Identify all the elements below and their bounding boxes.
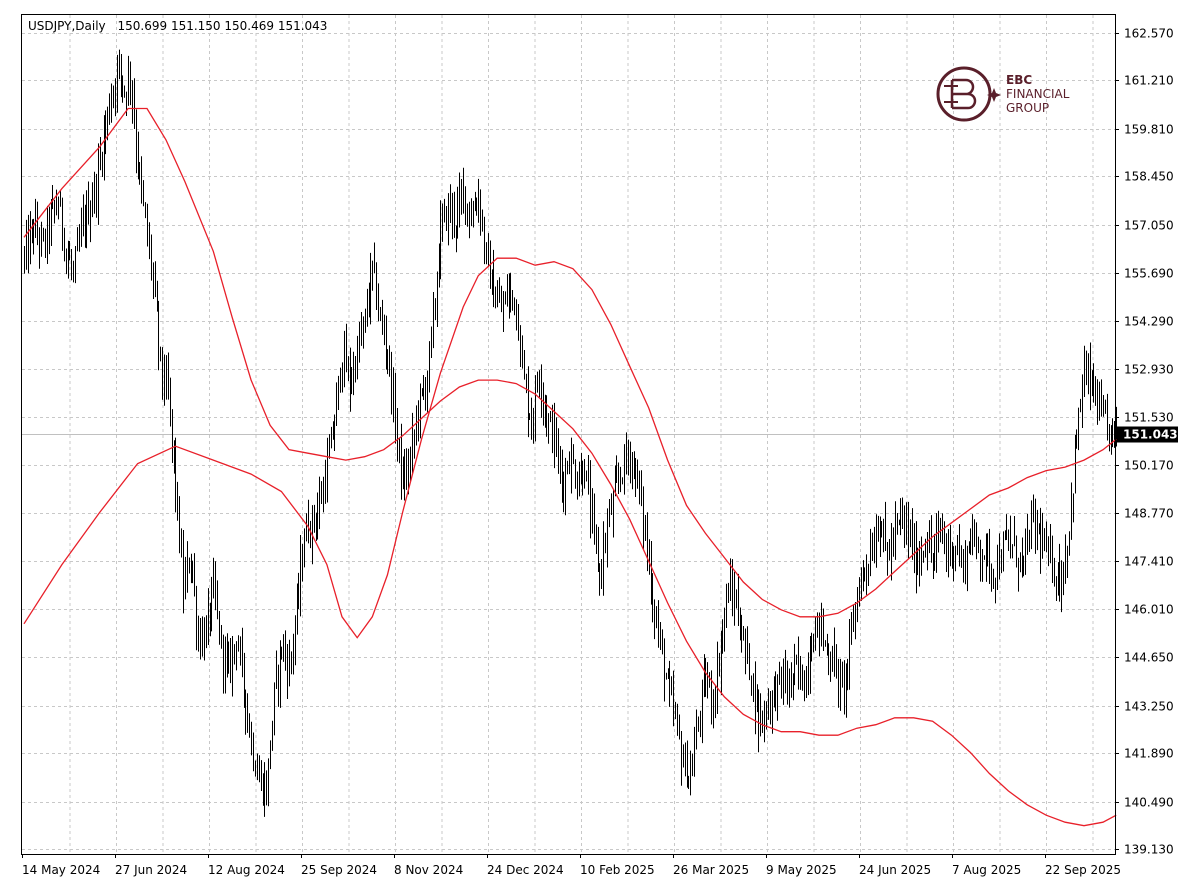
y-tick-label: 148.770 — [1124, 507, 1174, 521]
x-tick-label: 7 Aug 2025 — [952, 863, 1021, 877]
y-tick-label: 158.450 — [1124, 170, 1174, 184]
y-tick-label: 141.890 — [1124, 747, 1174, 761]
x-tick-label: 10 Feb 2025 — [580, 863, 655, 877]
x-tick-label: 26 Mar 2025 — [673, 863, 749, 877]
logo-line1: EBC — [1006, 73, 1032, 87]
logo-line3: GROUP — [1006, 101, 1049, 115]
x-tick-label: 14 May 2024 — [22, 863, 100, 877]
x-tick-label: 25 Sep 2024 — [301, 863, 377, 877]
price-tag-text: 151.043 — [1123, 428, 1178, 442]
x-tick-label: 22 Sep 2025 — [1045, 863, 1121, 877]
y-tick-label: 151.530 — [1124, 411, 1174, 425]
logo-line2: FINANCIAL — [1006, 87, 1070, 101]
chart-header: USDJPY,Daily 150.699 151.150 150.469 151… — [28, 19, 327, 33]
x-tick-label: 27 Jun 2024 — [115, 863, 187, 877]
x-tick-label: 24 Jun 2025 — [859, 863, 931, 877]
y-tick-label: 147.410 — [1124, 555, 1174, 569]
x-tick-label: 9 May 2025 — [766, 863, 837, 877]
current-price-tag: 151.043 — [1117, 426, 1178, 443]
x-tick-label: 24 Dec 2024 — [487, 863, 564, 877]
y-tick-label: 154.290 — [1124, 315, 1174, 329]
y-tick-label: 155.690 — [1124, 267, 1174, 281]
symbol-label: USDJPY,Daily — [28, 19, 106, 33]
y-tick-label: 161.210 — [1124, 74, 1174, 88]
y-tick-label: 152.930 — [1124, 363, 1174, 377]
price-chart[interactable]: 162.570 161.210 159.810 158.450 157.050 155.6… — [0, 0, 1200, 896]
y-tick-label: 144.650 — [1124, 651, 1174, 665]
ohlc-values: 150.699 151.150 150.469 151.043 — [118, 19, 328, 33]
y-tick-label: 162.570 — [1124, 27, 1174, 41]
y-tick-label: 139.130 — [1124, 843, 1174, 857]
x-tick-label: 8 Nov 2024 — [394, 863, 463, 877]
y-tick-label: 146.010 — [1124, 603, 1174, 617]
x-tick-label: 12 Aug 2024 — [208, 863, 285, 877]
y-tick-label: 159.810 — [1124, 123, 1174, 137]
y-tick-label: 150.170 — [1124, 459, 1174, 473]
y-tick-label: 157.050 — [1124, 219, 1174, 233]
y-tick-label: 143.250 — [1124, 700, 1174, 714]
y-tick-label: 140.490 — [1124, 796, 1174, 810]
